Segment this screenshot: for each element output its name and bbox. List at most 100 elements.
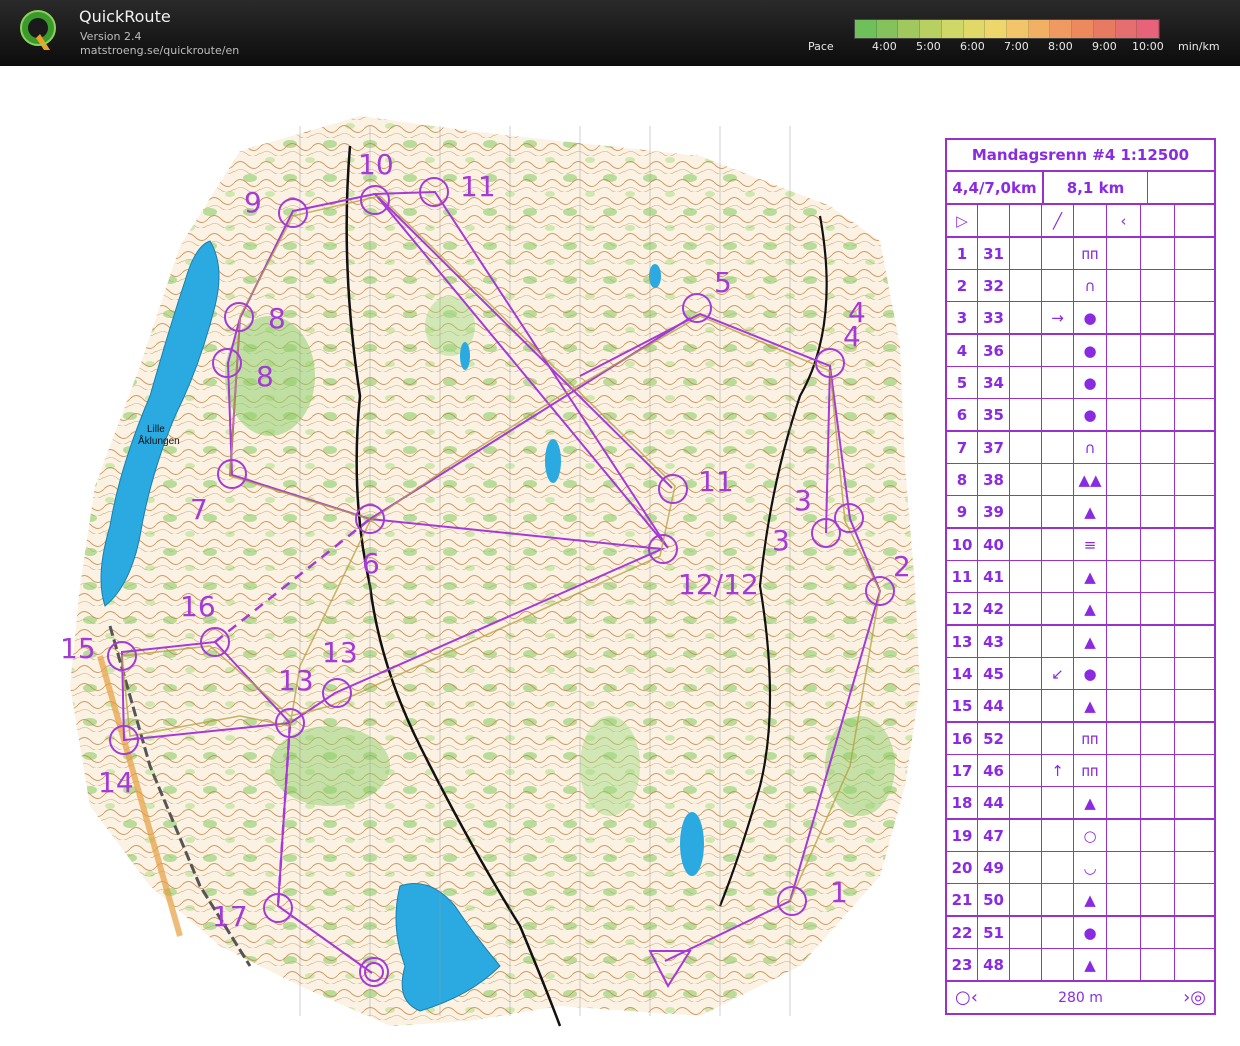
- appearance: [1107, 302, 1141, 333]
- control-code: 42: [978, 593, 1010, 624]
- control-description-sheet: Mandagsrenn #4 1:12500 4,4/7,0km 8,1 km …: [945, 138, 1216, 1015]
- control-row: 18 44 ▲: [947, 787, 1214, 820]
- app-url-link[interactable]: matstroeng.se/quickroute/en: [80, 44, 239, 57]
- direction-icon: [1042, 561, 1074, 592]
- control-rows: 1 31 ᴨᴨ 2 32 ∩ 3 33 → ● 4 36 ● 5 34 ● 6 35 ● 7 37 ∩ 8 38 ▲▲ 9 39 ▲ 1…: [947, 238, 1214, 980]
- control-number: 11: [947, 561, 978, 592]
- location: [1175, 852, 1204, 883]
- which-feature: [1010, 723, 1042, 754]
- feature-symbol-icon: ◡: [1074, 852, 1107, 883]
- which-feature: [1010, 529, 1042, 560]
- control-row: 13 43 ▲: [947, 626, 1214, 658]
- location: [1175, 690, 1204, 721]
- control-label: 6: [362, 547, 380, 580]
- feature-symbol-icon: ᴨᴨ: [1074, 238, 1107, 269]
- dimensions: [1141, 787, 1175, 818]
- which-feature: [1010, 593, 1042, 624]
- location: [1175, 432, 1204, 463]
- control-code: 46: [978, 755, 1010, 786]
- feature-symbol-icon: ▲: [1074, 949, 1107, 980]
- control-code: 51: [978, 917, 1010, 948]
- direction-icon: [1042, 399, 1074, 430]
- direction-icon: [1042, 496, 1074, 527]
- finish-row: ○‹ 280 m ›◎: [947, 980, 1214, 1013]
- which-feature: [1010, 755, 1042, 786]
- which-feature: [1010, 884, 1042, 915]
- feature-symbol-icon: ▲: [1074, 787, 1107, 818]
- orienteering-map[interactable]: Lille Åklungen 10 11 9 8 8 5 4 4 7 6 11 …: [0, 66, 1240, 1046]
- dimensions: [1141, 529, 1175, 560]
- control-row: 1 31 ᴨᴨ: [947, 238, 1214, 270]
- control-row: 16 52 ᴨᴨ: [947, 723, 1214, 755]
- control-row: 14 45 ↙ ●: [947, 658, 1214, 690]
- control-number: 2: [947, 270, 978, 301]
- control-code: 31: [978, 238, 1010, 269]
- control-number: 16: [947, 723, 978, 754]
- dimensions: [1141, 917, 1175, 948]
- direction-icon: [1042, 949, 1074, 980]
- appearance: [1107, 399, 1141, 430]
- feature-symbol-icon: ●: [1074, 335, 1107, 366]
- pace-color-swatch: [1137, 20, 1160, 38]
- control-code: 35: [978, 399, 1010, 430]
- pace-color-swatch: [941, 20, 964, 38]
- control-label: 3: [772, 524, 790, 557]
- feature-symbol-icon: ▲: [1074, 593, 1107, 624]
- dimensions: [1141, 432, 1175, 463]
- control-number: 3: [947, 302, 978, 333]
- feature-symbol-icon: ▲: [1074, 496, 1107, 527]
- control-label: 7: [190, 493, 208, 526]
- location: [1175, 561, 1204, 592]
- dimensions: [1141, 367, 1175, 398]
- direction-icon: [1042, 884, 1074, 915]
- appearance: [1107, 238, 1141, 269]
- control-code: 50: [978, 884, 1010, 915]
- control-label: 9: [244, 186, 262, 219]
- location: [1175, 917, 1204, 948]
- location: [1175, 755, 1204, 786]
- control-number: 12: [947, 593, 978, 624]
- direction-icon: [1042, 820, 1074, 851]
- pace-color-swatch: [1115, 20, 1138, 38]
- start-row: ▷ ╱ ‹: [947, 205, 1214, 238]
- appearance: [1107, 884, 1141, 915]
- appearance: [1107, 690, 1141, 721]
- start-location-icon: ‹: [1107, 205, 1141, 236]
- pace-color-swatch: [855, 20, 877, 38]
- location: [1175, 884, 1204, 915]
- which-feature: [1010, 367, 1042, 398]
- direction-icon: [1042, 626, 1074, 657]
- control-row: 11 41 ▲: [947, 561, 1214, 593]
- direction-icon: →: [1042, 302, 1074, 333]
- control-row: 20 49 ◡: [947, 852, 1214, 884]
- app-version: Version 2.4: [80, 30, 142, 43]
- pace-tick: 8:00: [1048, 40, 1073, 53]
- feature-symbol-icon: ●: [1074, 658, 1107, 689]
- feature-symbol-icon: ●: [1074, 302, 1107, 333]
- control-number: 23: [947, 949, 978, 980]
- finish-distance: 280 m: [1058, 989, 1103, 1006]
- appearance: [1107, 270, 1141, 301]
- which-feature: [1010, 399, 1042, 430]
- control-code: 32: [978, 270, 1010, 301]
- appearance: [1107, 496, 1141, 527]
- appearance: [1107, 820, 1141, 851]
- pace-tick: 4:00: [872, 40, 897, 53]
- pace-tick: 10:00: [1132, 40, 1164, 53]
- which-feature: [1010, 787, 1042, 818]
- dimensions: [1141, 723, 1175, 754]
- direction-icon: [1042, 238, 1074, 269]
- location: [1175, 723, 1204, 754]
- appearance: [1107, 917, 1141, 948]
- control-label: 13: [322, 636, 358, 669]
- pace-color-swatch: [1093, 20, 1116, 38]
- dimensions: [1141, 884, 1175, 915]
- control-code: 38: [978, 464, 1010, 495]
- control-number: 4: [947, 335, 978, 366]
- course-length: 8,1 km: [1044, 172, 1148, 203]
- control-number: 6: [947, 399, 978, 430]
- control-number: 9: [947, 496, 978, 527]
- control-number: 14: [947, 658, 978, 689]
- start-feature-icon: ╱: [1042, 205, 1074, 236]
- feature-symbol-icon: ○: [1074, 820, 1107, 851]
